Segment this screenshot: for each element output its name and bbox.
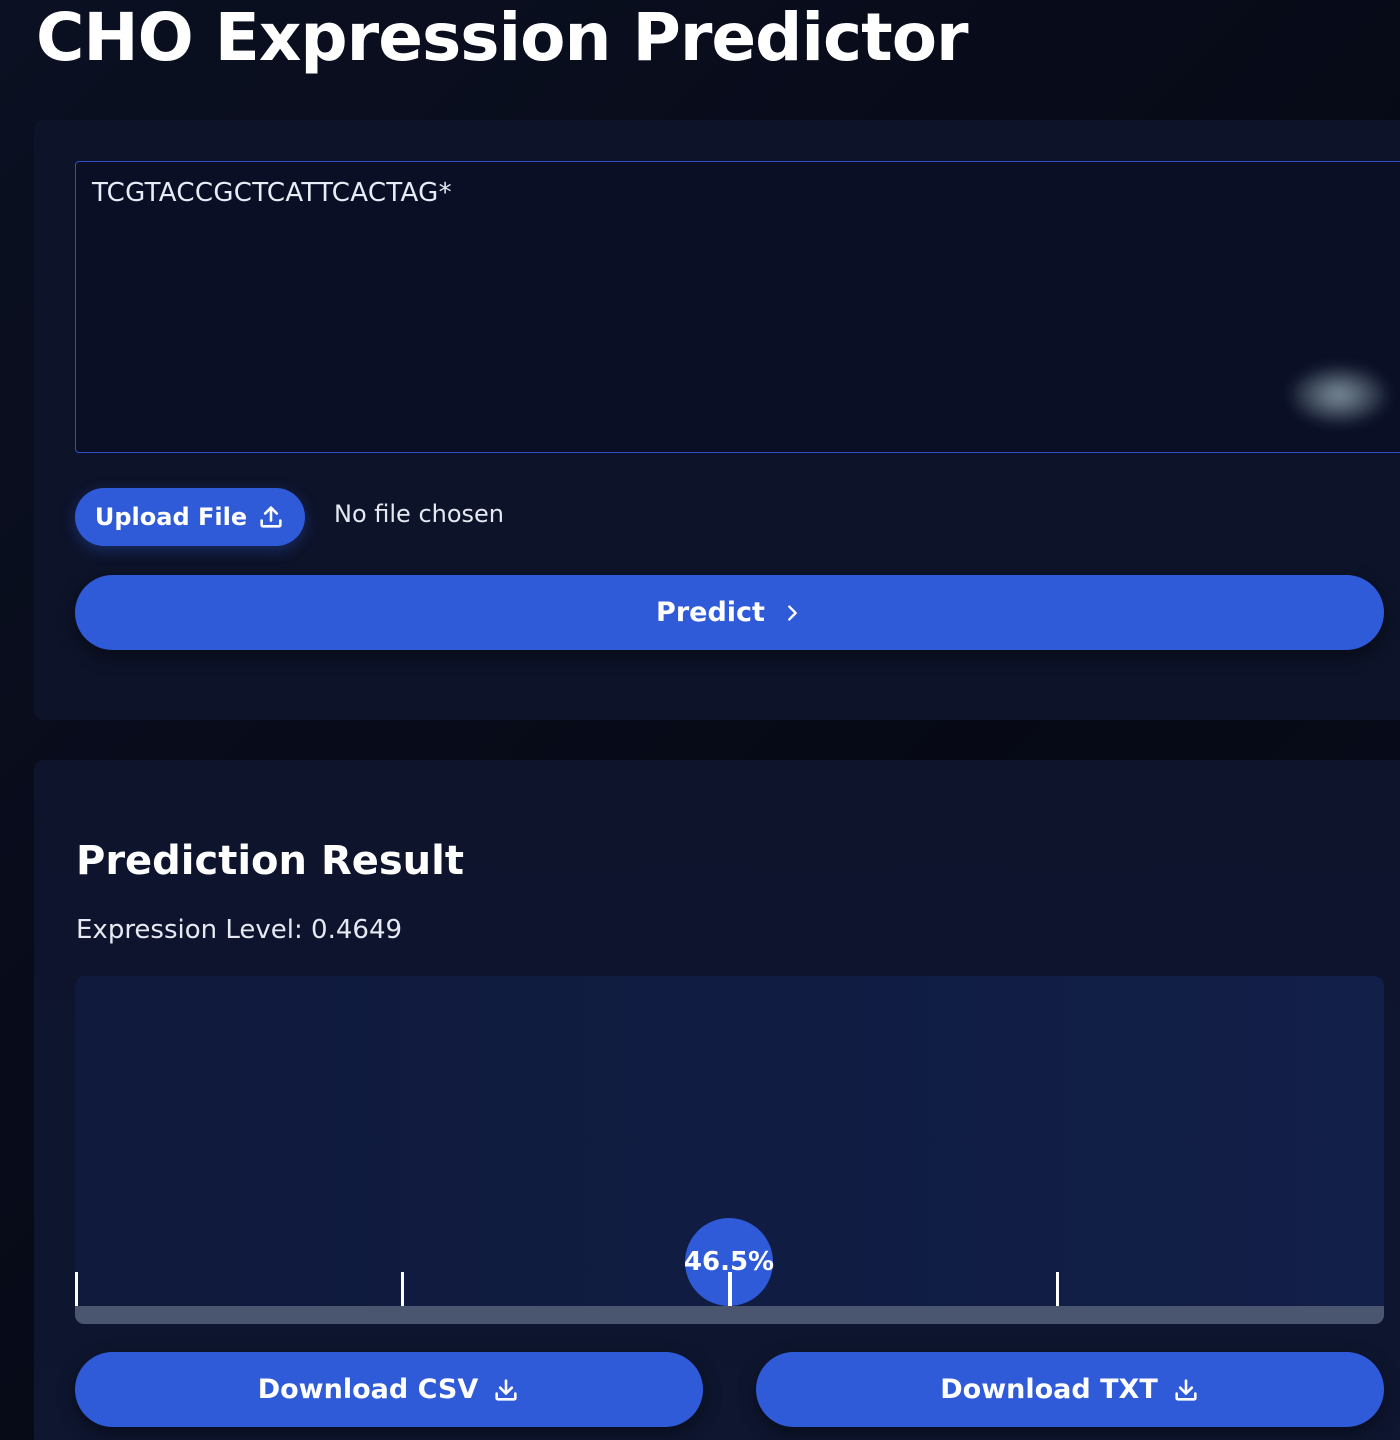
expression-level-text: Expression Level: 0.4649 [76, 915, 403, 945]
download-icon [492, 1376, 520, 1404]
download-csv-button[interactable]: Download CSV [75, 1352, 703, 1427]
predict-button[interactable]: Predict [75, 575, 1384, 650]
gauge-tick [1056, 1272, 1059, 1306]
input-card: Upload File No file chosen Predict [34, 120, 1400, 720]
download-icon [1172, 1376, 1200, 1404]
download-csv-label: Download CSV [257, 1374, 479, 1405]
predict-button-label: Predict [656, 597, 765, 628]
expression-gauge: 46.5% [75, 976, 1384, 1324]
sequence-input[interactable] [75, 161, 1400, 453]
gauge-tick [401, 1272, 404, 1306]
upload-button-label: Upload File [94, 503, 248, 531]
chevron-right-icon [781, 602, 803, 624]
download-txt-button[interactable]: Download TXT [756, 1352, 1384, 1427]
file-status-text: No file chosen [334, 500, 505, 528]
download-txt-label: Download TXT [940, 1374, 1158, 1405]
gauge-track [75, 1306, 1384, 1324]
result-card: Prediction Result Expression Level: 0.46… [34, 760, 1400, 1440]
result-heading: Prediction Result [76, 838, 464, 884]
upload-icon [257, 503, 285, 531]
gauge-needle [728, 1272, 731, 1306]
gauge-tick [75, 1272, 78, 1306]
page-title: CHO Expression Predictor [36, 0, 969, 76]
upload-file-button[interactable]: Upload File [75, 488, 305, 546]
blurred-overlay [1289, 365, 1389, 425]
